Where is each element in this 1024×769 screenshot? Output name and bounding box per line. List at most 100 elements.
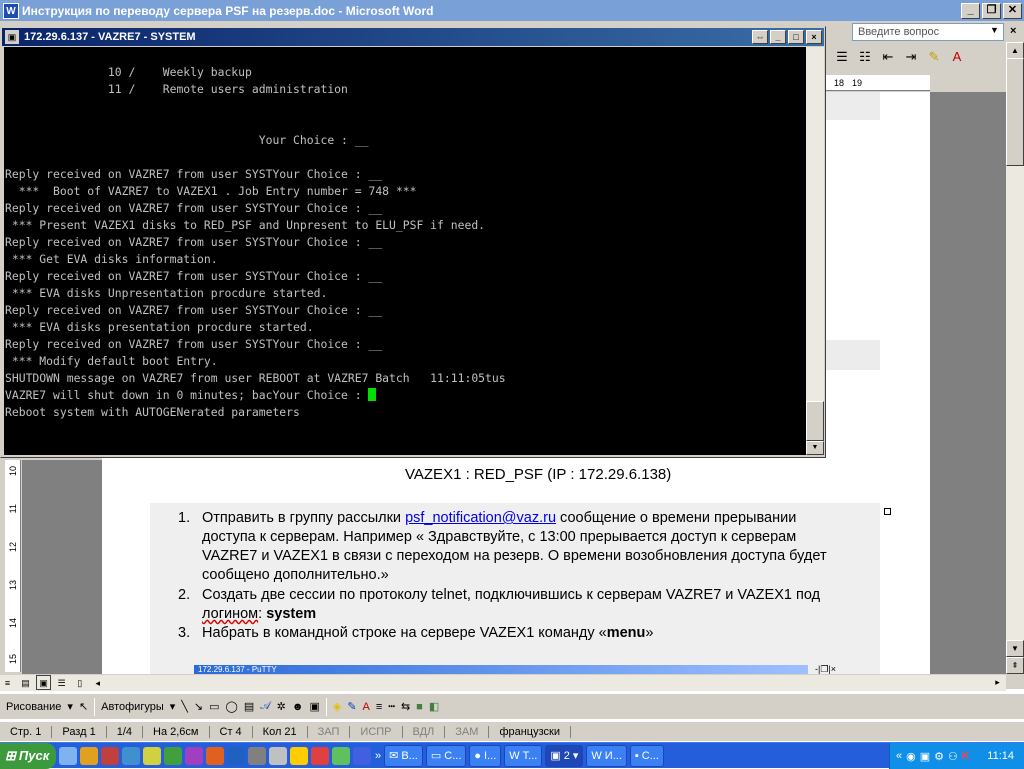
- quicklaunch-icon[interactable]: [206, 746, 224, 765]
- quicklaunch-icon[interactable]: [248, 746, 266, 765]
- task-button[interactable]: ▣ 2 ▾: [545, 744, 584, 767]
- terminal-cursor: [368, 388, 377, 401]
- task-button[interactable]: W И...: [586, 744, 627, 767]
- textbox-tool-icon[interactable]: ▤: [244, 700, 254, 713]
- close-button[interactable]: ✕: [1003, 2, 1022, 19]
- email-link[interactable]: psf_notification@vaz.ru: [405, 510, 556, 526]
- scroll-left-icon[interactable]: ◂: [90, 676, 105, 691]
- quicklaunch-icon[interactable]: [353, 746, 371, 765]
- numbering-icon[interactable]: ☰: [832, 47, 852, 67]
- rectangle-tool-icon[interactable]: ▭: [209, 700, 219, 713]
- scroll-down-icon[interactable]: ▼: [1006, 640, 1024, 657]
- task-button[interactable]: ▪ С...: [629, 744, 664, 767]
- monitor-icon[interactable]: ▣: [920, 750, 930, 763]
- vruler-mark: 14: [8, 618, 18, 629]
- autoshapes-menu[interactable]: Автофигуры: [101, 701, 164, 713]
- quicklaunch-icon[interactable]: [269, 746, 287, 765]
- vertical-scroll-thumb[interactable]: [1006, 58, 1024, 166]
- start-button[interactable]: ⊞ Пуск: [0, 742, 56, 769]
- drawing-menu-arrow-icon[interactable]: ▾: [67, 700, 73, 713]
- quicklaunch-icon[interactable]: [227, 746, 245, 765]
- quicklaunch-icon[interactable]: [80, 746, 98, 765]
- putty-minimize-button[interactable]: _: [770, 30, 786, 44]
- drawing-menu[interactable]: Рисование: [6, 701, 61, 713]
- line-tool-icon[interactable]: ╲: [181, 700, 188, 713]
- diagram-icon[interactable]: ✲: [277, 700, 286, 713]
- terminal-scrollbar[interactable]: [806, 47, 824, 455]
- autoshapes-arrow-icon[interactable]: ▾: [170, 700, 176, 713]
- horizontal-scrollbar[interactable]: ≡ ▤ ▣ ☰ ▯ ◂ ▸: [0, 674, 1006, 691]
- status-ovr[interactable]: ЗАМ: [445, 725, 490, 738]
- task-button[interactable]: W Т...: [504, 744, 543, 767]
- ask-dropdown-icon[interactable]: ▼: [990, 25, 999, 35]
- quicklaunch-icon[interactable]: [311, 746, 329, 765]
- scroll-up-icon[interactable]: ▲: [1006, 42, 1024, 59]
- line-color-icon[interactable]: ✎: [347, 700, 356, 713]
- fill-color-icon[interactable]: ◈: [333, 700, 341, 713]
- picture-icon[interactable]: ▣: [309, 700, 319, 713]
- quicklaunch-icon[interactable]: [185, 746, 203, 765]
- task-button[interactable]: ● I...: [469, 744, 502, 767]
- line-style-icon[interactable]: ≡: [376, 701, 382, 713]
- reading-view-icon[interactable]: ▯: [72, 676, 87, 691]
- quicklaunch-icon[interactable]: [101, 746, 119, 765]
- arrow-tool-icon[interactable]: ↘: [194, 700, 203, 713]
- shadow-icon[interactable]: ■: [416, 701, 423, 713]
- highlight-icon[interactable]: ✎: [924, 47, 944, 67]
- status-ext[interactable]: ВДЛ: [403, 725, 446, 738]
- terminal-line: *** EVA disks presentation procdure star…: [5, 320, 314, 334]
- quicklaunch-icon[interactable]: [122, 746, 140, 765]
- antivirus-icon[interactable]: ⚙: [934, 750, 944, 763]
- normal-view-icon[interactable]: ≡: [0, 676, 15, 691]
- terminal-scroll-down-icon[interactable]: ▼: [806, 441, 824, 455]
- quicklaunch-icon[interactable]: [164, 746, 182, 765]
- font-color-draw-icon[interactable]: A: [363, 701, 370, 713]
- task-button[interactable]: ▭ С...: [425, 744, 467, 767]
- quicklaunch-icon[interactable]: [332, 746, 350, 765]
- 3d-icon[interactable]: ◧: [429, 700, 439, 713]
- table-move-handle[interactable]: [884, 508, 891, 515]
- putty-maximize-button[interactable]: □: [788, 30, 804, 44]
- word-app-icon[interactable]: W: [3, 2, 19, 19]
- restore-button[interactable]: ❐: [982, 2, 1001, 19]
- kaspersky-icon[interactable]: K: [962, 750, 970, 762]
- quicklaunch-icon[interactable]: [143, 746, 161, 765]
- drawing-toolbar: Рисование ▾ ↖ Автофигуры ▾ ╲ ↘ ▭ ◯ ▤ 𝒜 ✲…: [0, 693, 1024, 719]
- oval-tool-icon[interactable]: ◯: [226, 700, 238, 713]
- task-button[interactable]: ✉ В...: [384, 744, 423, 767]
- web-view-icon[interactable]: ▤: [18, 676, 33, 691]
- minimize-button[interactable]: _: [961, 2, 980, 19]
- putty-close-button[interactable]: ×: [806, 30, 822, 44]
- outline-view-icon[interactable]: ☰: [54, 676, 69, 691]
- bullets-icon[interactable]: ☷: [855, 47, 875, 67]
- document-close-icon[interactable]: ×: [1010, 25, 1016, 37]
- status-rec[interactable]: ЗАП: [308, 725, 351, 738]
- print-view-icon[interactable]: ▣: [36, 675, 52, 690]
- terminal-screen[interactable]: 10 / Weekly backup 11 / Remote users adm…: [4, 47, 806, 455]
- clock[interactable]: 11:14: [987, 750, 1014, 762]
- desktop-icon[interactable]: [59, 746, 77, 765]
- terminal-scroll-thumb[interactable]: [806, 401, 824, 441]
- arrow-style-icon[interactable]: ⇆: [401, 700, 410, 713]
- font-color-icon[interactable]: A: [947, 47, 967, 67]
- wordart-icon[interactable]: 𝒜: [260, 700, 270, 713]
- tray-expand-icon[interactable]: «: [896, 750, 902, 762]
- quicklaunch-more-icon[interactable]: »: [375, 750, 381, 762]
- task-label: Т...: [522, 749, 538, 762]
- network-icon[interactable]: ◉: [906, 750, 916, 763]
- clipart-icon[interactable]: ☻: [292, 701, 304, 713]
- ask-question-input[interactable]: Введите вопрос: [852, 23, 1004, 41]
- status-trk[interactable]: ИСПР: [350, 725, 403, 738]
- select-objects-icon[interactable]: ↖: [79, 700, 88, 713]
- word-window-title: Инструкция по переводу сервера PSF на ре…: [22, 3, 434, 18]
- putty-title-bar[interactable]: ▣ 172.29.6.137 - VAZRE7 - SYSTEM ⇔ _ □ ×: [2, 28, 824, 46]
- prev-page-icon[interactable]: ⇞: [1006, 657, 1024, 674]
- connection-icon[interactable]: ⚇: [948, 750, 958, 763]
- increase-indent-icon[interactable]: ⇥: [901, 47, 921, 67]
- decrease-indent-icon[interactable]: ⇤: [878, 47, 898, 67]
- quicklaunch-icon[interactable]: [290, 746, 308, 765]
- putty-resize-icon[interactable]: ⇔: [752, 30, 768, 44]
- scroll-right-icon[interactable]: ▸: [990, 675, 1005, 690]
- putty-app-icon[interactable]: ▣: [5, 30, 19, 44]
- dash-style-icon[interactable]: ┅: [388, 700, 395, 713]
